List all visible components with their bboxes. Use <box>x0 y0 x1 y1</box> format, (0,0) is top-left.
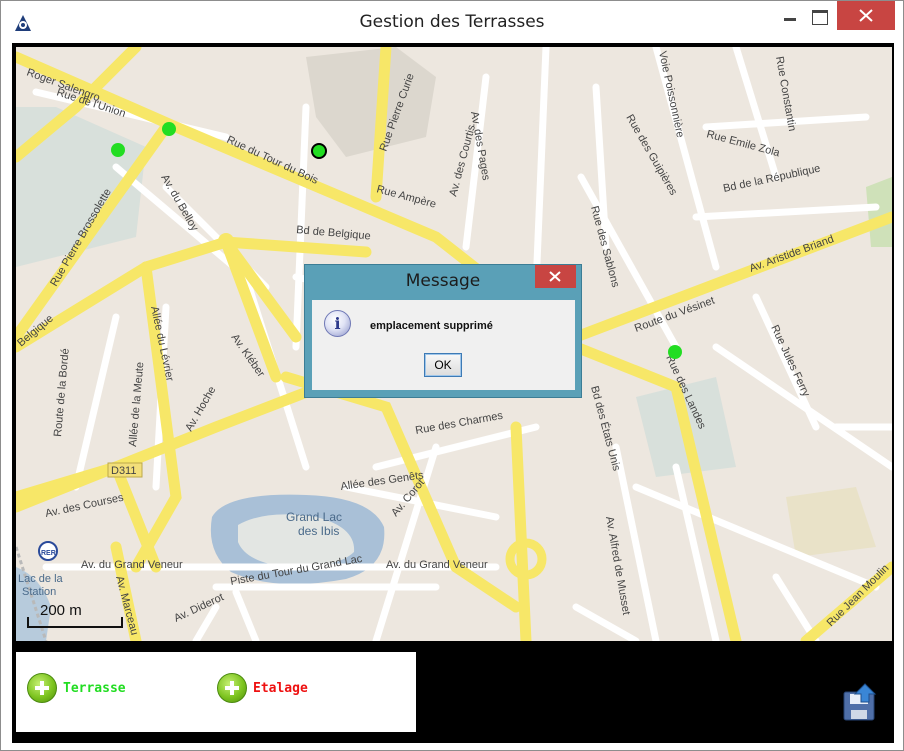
terrasse-marker[interactable] <box>162 122 176 136</box>
dialog-body: i emplacement supprimé OK <box>312 300 575 390</box>
plus-circle-icon[interactable] <box>217 673 247 703</box>
terrasse-marker[interactable] <box>668 345 682 359</box>
title-bar[interactable]: Gestion des Terrasses <box>1 1 903 43</box>
message-dialog: Message i emplacement supprimé OK <box>304 264 582 398</box>
legend-item-terrasse[interactable]: Terrasse <box>27 673 126 703</box>
plus-circle-icon[interactable] <box>27 673 57 703</box>
minimize-button[interactable] <box>772 1 806 31</box>
svg-text:RER: RER <box>41 550 56 557</box>
lake-label: Station <box>22 586 56 598</box>
window-title: Gestion des Terrasses <box>359 12 545 32</box>
road-shield: D311 <box>111 465 136 477</box>
ok-button[interactable]: OK <box>424 353 462 377</box>
dialog-message: emplacement supprimé <box>370 320 493 332</box>
info-icon: i <box>324 310 351 337</box>
maximize-button[interactable] <box>806 1 836 31</box>
terrasse-marker[interactable] <box>111 143 125 157</box>
lake-label: Grand Lac <box>286 510 342 524</box>
svg-text:200 m: 200 m <box>40 602 82 619</box>
close-icon <box>549 271 561 282</box>
legend-label-terrasse: Terrasse <box>63 680 126 696</box>
street-label: Av. du Grand Veneur <box>81 559 183 571</box>
save-icon[interactable] <box>841 682 879 722</box>
legend-item-etalage[interactable]: Etalage <box>217 673 308 703</box>
street-label: Av. du Grand Veneur <box>386 559 488 571</box>
legend-label-etalage: Etalage <box>253 680 308 696</box>
close-icon <box>859 9 873 22</box>
dialog-close-button[interactable] <box>535 265 576 288</box>
app-window: Gestion des Terrasses Roger Salengro Rue… <box>0 0 904 751</box>
lake-label: Lac de la <box>18 573 64 585</box>
close-button[interactable] <box>837 1 895 30</box>
terrasse-marker-selected[interactable] <box>311 143 327 159</box>
legend-panel: Terrasse Etalage <box>16 652 416 732</box>
lake-label: des Ibis <box>298 524 339 538</box>
